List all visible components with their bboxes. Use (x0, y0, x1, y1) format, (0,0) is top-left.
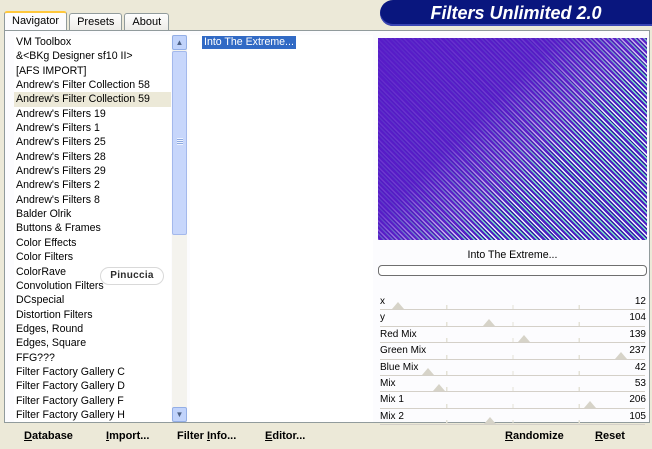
param-row: Mix 2 105 (378, 409, 647, 426)
category-list[interactable]: VM Toolbox &<BKg Designer sf10 II> [AFS IM… (14, 35, 171, 422)
database-button[interactable]: Database (24, 429, 73, 443)
filter-info-prefix: Filter (177, 430, 207, 442)
category-item[interactable]: Edges, Square (14, 336, 171, 350)
param-slider-knob[interactable] (421, 367, 434, 375)
category-item[interactable]: VM Toolbox (14, 35, 171, 49)
category-item[interactable]: Andrew's Filter Collection 59 (14, 92, 171, 107)
category-scrollbar[interactable]: ▲ ▼ (172, 35, 187, 422)
param-slider-knob[interactable] (432, 384, 445, 392)
tab-bar: Navigator Presets About (4, 11, 171, 31)
param-row: Mix 1 206 (378, 392, 647, 409)
category-item[interactable]: Andrew's Filters 29 (14, 164, 171, 178)
param-slider-knob[interactable] (584, 400, 597, 408)
param-slider-knob[interactable] (391, 302, 404, 310)
reset-label: eset (602, 430, 625, 442)
progress-bar (378, 265, 647, 276)
category-item[interactable]: Andrew's Filters 28 (14, 150, 171, 164)
preview-image (378, 38, 647, 240)
category-item[interactable]: Andrew's Filters 1 (14, 121, 171, 135)
parameter-sliders: x 12 y 104 Red Mix 139 Green Mix 237 Blue Mix 42 M… (378, 294, 647, 426)
param-row: Blue Mix 42 (378, 360, 647, 376)
param-row: Green Mix 237 (378, 343, 647, 360)
category-item[interactable]: Buttons & Frames (14, 221, 171, 235)
category-item[interactable]: Filter Factory Gallery F (14, 394, 171, 408)
tab-about[interactable]: About (124, 13, 170, 31)
category-item[interactable]: Andrew's Filters 19 (14, 107, 171, 121)
reset-button[interactable]: Reset (595, 429, 625, 443)
param-slider-knob[interactable] (615, 351, 628, 359)
reset-accel: R (595, 430, 603, 442)
category-item[interactable]: Andrew's Filter Collection 58 (14, 78, 171, 92)
app-banner: Filters Unlimited 2.0 (380, 0, 652, 26)
category-item[interactable]: Andrew's Filters 2 (14, 178, 171, 192)
category-item[interactable]: Color Filters (14, 250, 171, 264)
filter-list[interactable]: Into The Extreme... (190, 35, 373, 422)
scroll-up-icon[interactable]: ▲ (172, 35, 187, 50)
param-row: Red Mix 139 (378, 327, 647, 344)
category-item[interactable]: [AFS IMPORT] (14, 64, 171, 78)
param-row: y 104 (378, 310, 647, 327)
tab-presets[interactable]: Presets (69, 13, 123, 31)
category-item[interactable]: Filter Factory Gallery C (14, 365, 171, 379)
category-item[interactable]: Filter Factory Gallery D (14, 379, 171, 393)
param-row: Mix 53 (378, 376, 647, 393)
category-item[interactable]: Balder Olrik (14, 207, 171, 221)
randomize-label: andomize (512, 430, 564, 442)
category-item[interactable]: Distortion Filters (14, 308, 171, 322)
category-item[interactable]: Andrew's Filters 8 (14, 193, 171, 207)
scroll-grip-icon (177, 138, 183, 145)
scroll-thumb[interactable] (172, 51, 187, 235)
category-item[interactable]: FFG??? (14, 351, 171, 365)
category-item[interactable]: Color Effects (14, 236, 171, 250)
randomize-accel: R (505, 430, 513, 442)
watermark-logo: Pinuccia (100, 267, 164, 285)
editor-label: ditor... (272, 430, 306, 442)
param-row: x 12 (378, 294, 647, 311)
database-accel: D (24, 430, 32, 442)
import-button[interactable]: Import... (106, 429, 149, 443)
category-item[interactable]: Filter Factory Gallery H (14, 408, 171, 422)
preview-filter-title: Into The Extreme... (467, 249, 558, 261)
param-slider-knob[interactable] (483, 318, 496, 326)
filter-info-button[interactable]: Filter Info... (177, 429, 236, 443)
tab-navigator[interactable]: Navigator (4, 11, 68, 31)
category-item[interactable]: Andrew's Filters 25 (14, 135, 171, 149)
randomize-button[interactable]: Randomize (505, 429, 564, 443)
filter-info-label: nfo... (210, 430, 237, 442)
scroll-down-icon[interactable]: ▼ (172, 407, 187, 422)
category-item[interactable]: &<BKg Designer sf10 II> (14, 49, 171, 63)
bottom-toolbar: Database Import... Filter Info... Editor… (0, 424, 652, 449)
import-label: mport... (109, 430, 150, 442)
database-label: atabase (31, 430, 73, 442)
category-item[interactable]: DCspecial (14, 293, 171, 307)
editor-button[interactable]: Editor... (265, 429, 305, 443)
filter-item-selected[interactable]: Into The Extreme... (202, 36, 296, 49)
param-slider-knob[interactable] (517, 335, 530, 343)
category-item[interactable]: Edges, Round (14, 322, 171, 336)
